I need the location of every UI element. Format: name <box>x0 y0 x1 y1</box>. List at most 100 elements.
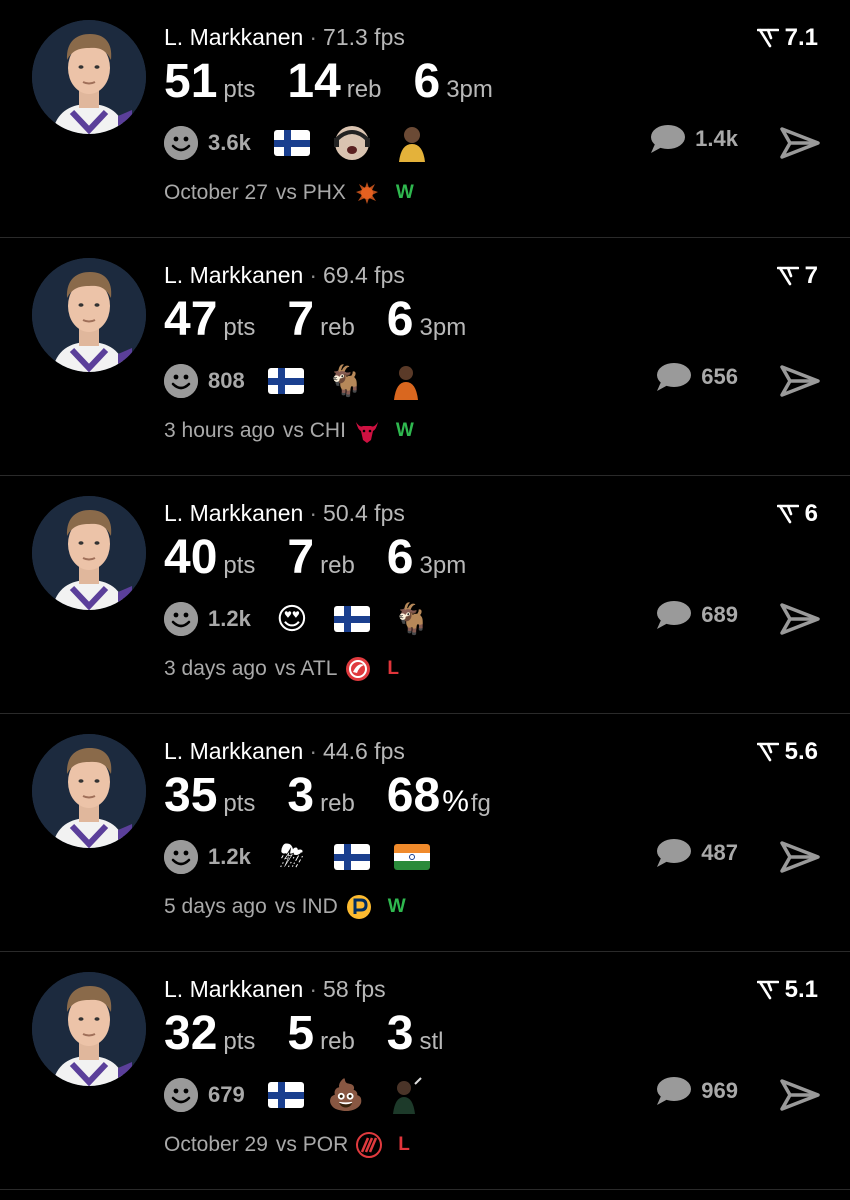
game-info[interactable]: October 29 vs POR L <box>164 1132 410 1158</box>
finland-flag-icon[interactable] <box>267 1076 305 1114</box>
post-card[interactable]: L. Markkanen · 58 fps 5.1 32 pts 5 reb 3 stl <box>0 952 850 1190</box>
reaction-count: 3.6k <box>208 130 251 155</box>
rating-icon <box>776 266 799 286</box>
comment-count: 487 <box>701 840 738 865</box>
finland-flag-icon[interactable] <box>333 600 371 638</box>
smiley-icon <box>164 1078 198 1112</box>
player-avatar[interactable] <box>32 20 146 134</box>
stat-unit: 3pm <box>446 76 493 103</box>
separator-dot: · <box>309 976 318 1002</box>
comment-button[interactable]: 656 <box>655 362 738 392</box>
player-orange-icon[interactable] <box>387 362 425 400</box>
post-card[interactable]: L. Markkanen · 44.6 fps 5.6 35 pts 3 reb 68% fg <box>0 714 850 952</box>
opponent: vs PHX <box>275 181 346 204</box>
india-flag-icon[interactable] <box>393 838 431 876</box>
player-avatar[interactable] <box>32 972 146 1086</box>
reaction-button[interactable]: 1.2k <box>164 602 251 636</box>
reactions-row: 1.2k ⛈ <box>164 838 431 876</box>
share-send-icon[interactable] <box>780 601 820 637</box>
rating-score: 7.1 <box>756 24 818 52</box>
stat-unit: pts <box>223 552 256 579</box>
player-name[interactable]: L. Markkanen <box>164 738 303 764</box>
player-avatar[interactable] <box>32 734 146 848</box>
player-avatar[interactable] <box>32 496 146 610</box>
reaction-button[interactable]: 3.6k <box>164 126 251 160</box>
stat-3pm: 6 3pm <box>413 54 492 109</box>
player-avatar[interactable] <box>32 258 146 372</box>
comment-bubble-icon <box>657 363 692 391</box>
stat-line: 51 pts 14 reb 6 3pm <box>164 54 525 109</box>
reaction-button[interactable]: 679 <box>164 1078 245 1112</box>
player-headshot-icon <box>32 972 146 1086</box>
game-info[interactable]: October 27 vs PHX W <box>164 180 414 206</box>
finland-flag-icon[interactable] <box>267 362 305 400</box>
share-send-icon[interactable] <box>780 363 820 399</box>
player-name[interactable]: L. Markkanen <box>164 24 303 50</box>
rating-icon <box>756 742 779 762</box>
game-info[interactable]: 3 hours ago vs CHI W <box>164 418 414 444</box>
share-send-icon[interactable] <box>780 125 820 161</box>
finland-flag-icon[interactable] <box>273 124 311 162</box>
player-name[interactable]: L. Markkanen <box>164 500 303 526</box>
reaction-button[interactable]: 1.2k <box>164 840 251 874</box>
bulls-logo-icon <box>354 418 380 444</box>
share-send-icon[interactable] <box>780 1077 820 1113</box>
game-info[interactable]: 5 days ago vs IND W <box>164 894 406 920</box>
comment-bubble-icon <box>657 839 692 867</box>
stat-value: 14 <box>287 55 341 108</box>
streamer-face-icon[interactable] <box>333 124 371 162</box>
share-send-icon[interactable] <box>780 839 820 875</box>
post-card[interactable]: L. Markkanen · 50.4 fps 6 40 pts 7 reb 6 3pm <box>0 476 850 714</box>
comment-bubble-icon <box>657 1077 692 1105</box>
reaction-button[interactable]: 808 <box>164 364 245 398</box>
blazers-logo-icon <box>356 1132 383 1158</box>
storm-cloud-emoji-icon[interactable]: ⛈ <box>273 838 311 876</box>
goat-emoji-icon[interactable]: 🐐 <box>327 362 365 400</box>
post-card[interactable]: L. Markkanen · 69.4 fps 7 47 pts 7 reb 6 3pm <box>0 238 850 476</box>
player-headshot-icon <box>32 258 146 372</box>
finland-flag-icon[interactable] <box>333 838 371 876</box>
stat-unit: 3pm <box>419 314 467 341</box>
player-lakers-icon[interactable] <box>393 124 431 162</box>
stat-unit: pts <box>223 76 256 103</box>
stat-line: 32 pts 5 reb 3 stl <box>164 1006 476 1061</box>
smiley-icon <box>164 364 198 398</box>
fps-value: 50.4 fps <box>323 500 405 526</box>
rating-score: 6 <box>776 500 818 528</box>
stat-unit: pts <box>223 1028 256 1055</box>
poop-emoji-icon[interactable]: 💩 <box>327 1076 365 1114</box>
stat-unit: reb <box>320 790 355 817</box>
smiley-icon <box>164 840 198 874</box>
goat-emoji-icon[interactable]: 🐐 <box>393 600 431 638</box>
separator-dot: · <box>309 24 318 50</box>
comment-button[interactable]: 969 <box>655 1076 738 1106</box>
comment-button[interactable]: 487 <box>655 838 738 868</box>
heart-eyes-emoji-icon[interactable]: 😍 <box>273 600 311 638</box>
reaction-count: 679 <box>208 1082 245 1107</box>
rating-value: 7 <box>804 262 818 289</box>
comment-button[interactable]: 689 <box>655 600 738 630</box>
stat-value: 7 <box>287 293 315 346</box>
opponent: vs ATL <box>274 657 338 680</box>
stat-pts: 40 pts <box>164 530 255 585</box>
stat-pts: 32 pts <box>164 1006 255 1061</box>
stat-value: 6 <box>386 293 414 346</box>
stat-value: 47 <box>164 293 218 346</box>
reaction-count: 808 <box>208 368 245 393</box>
stat-unit: reb <box>320 1028 355 1055</box>
opponent: vs IND <box>274 895 338 918</box>
stat-line: 47 pts 7 reb 6 3pm <box>164 292 498 347</box>
game-info[interactable]: 3 days ago vs ATL L <box>164 656 399 682</box>
player-name[interactable]: L. Markkanen <box>164 262 303 288</box>
player-name[interactable]: L. Markkanen <box>164 976 303 1002</box>
player-dark-icon[interactable] <box>387 1076 425 1114</box>
reaction-count: 1.2k <box>208 606 251 631</box>
post-header: L. Markkanen · 44.6 fps <box>164 738 405 765</box>
comment-bubble-icon <box>651 125 686 153</box>
comment-button[interactable]: 1.4k <box>649 124 738 154</box>
rating-score: 5.1 <box>756 976 818 1004</box>
post-card[interactable]: L. Markkanen · 71.3 fps 7.1 51 pts 14 reb 6 3pm <box>0 0 850 238</box>
stat-value: 32 <box>164 1007 218 1060</box>
stat-unit: pts <box>223 314 256 341</box>
stat-3pm: 6 3pm <box>387 530 466 585</box>
